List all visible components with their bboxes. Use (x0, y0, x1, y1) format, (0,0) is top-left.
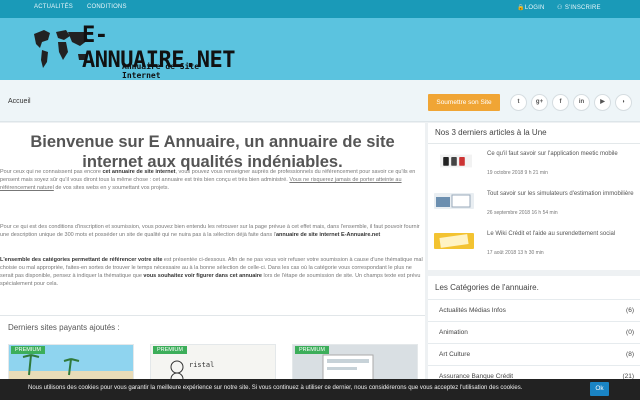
categories-paragraph: L'ensemble des catégories permettant de … (0, 257, 423, 287)
youtube-icon[interactable]: ▶ (594, 94, 611, 111)
intro-paragraph: Pour ceux qui ne connaissent pas encore … (0, 169, 416, 191)
category-label: Actualités Médias Infos (439, 307, 506, 314)
site-logo[interactable]: E-ANNUAIRE.NET Annuaire de Site Internet (30, 22, 235, 80)
article-item[interactable]: Tout savoir sur les simulateurs d'estima… (428, 189, 640, 217)
premium-badge: PREMIUM (295, 346, 329, 354)
article-item[interactable]: Le Wiki Crédit et l'aide au surendetteme… (428, 229, 640, 257)
user-icon: ⚇ (557, 5, 563, 11)
premium-badge: PREMIUM (11, 346, 45, 354)
submit-site-button[interactable]: Soumettre son Site (428, 94, 500, 111)
twitter-icon[interactable]: t (510, 94, 527, 111)
breadcrumb-bar: Accueil Soumettre son Site t g+ f in ▶ ◗ (0, 80, 640, 122)
breadcrumb-home[interactable]: Accueil (8, 98, 31, 105)
linkedin-icon[interactable]: in (573, 94, 590, 111)
site-card[interactable]: PREMIUM (292, 344, 418, 384)
divider (428, 143, 640, 144)
article-title[interactable]: Le Wiki Crédit et l'aide au surendetteme… (487, 230, 637, 238)
category-count: (8) (626, 351, 634, 358)
article-date: 26 septembre 2018 16 h 54 min (487, 210, 558, 216)
nav-link-conditions[interactable]: CONDITIONS (87, 4, 127, 10)
category-label: Animation (439, 329, 468, 336)
register-link[interactable]: ⚇ S'INSCRIRE (557, 4, 601, 11)
article-thumbnail (434, 193, 474, 209)
category-count: (0) (626, 329, 634, 336)
conditions-paragraph: Pour ce qui est des conditions d'inscrip… (0, 224, 420, 238)
rss-icon[interactable]: ◗ (615, 94, 632, 111)
article-date: 17 août 2018 13 h 30 min (487, 250, 544, 256)
premium-badge: PREMIUM (153, 346, 187, 354)
lock-icon: 🔒 (517, 5, 525, 11)
header-banner: E-ANNUAIRE.NET Annuaire de Site Internet (0, 18, 640, 80)
top-bar: ACTUALITÉS CONDITIONS 🔒 LOGIN ⚇ S'INSCRI… (0, 0, 640, 18)
article-title[interactable]: Tout savoir sur les simulateurs d'estima… (487, 190, 637, 198)
google-plus-icon[interactable]: g+ (531, 94, 548, 111)
article-item[interactable]: Ce qu'il faut savoir sur l'application m… (428, 149, 640, 177)
login-label: LOGIN (524, 5, 545, 11)
site-card[interactable]: PREMIUM ristal (150, 344, 276, 384)
cookie-accept-button[interactable]: Ok (590, 382, 609, 396)
facebook-icon[interactable]: f (552, 94, 569, 111)
article-thumbnail (440, 154, 472, 168)
category-item[interactable]: Art Culture (8) (428, 343, 640, 365)
category-label: Art Culture (439, 351, 471, 358)
world-map-icon (34, 30, 88, 68)
cookie-message: Nous utilisons des cookies pour vous gar… (28, 385, 523, 391)
article-thumbnail (434, 233, 474, 249)
latest-articles-panel: Nos 3 derniers articles à la Une Ce qu'i… (428, 123, 640, 270)
category-count: (6) (626, 307, 634, 314)
register-label: S'INSCRIRE (564, 5, 601, 11)
site-card-text: ristal (189, 361, 215, 369)
categories-title: Les Catégories de l'annuaire. (435, 283, 539, 292)
login-link[interactable]: 🔒 LOGIN (517, 4, 545, 11)
category-item[interactable]: Animation (0) (428, 321, 640, 343)
page-title: Bienvenue sur E Annuaire, un annuaire de… (30, 133, 395, 171)
article-date: 19 octobre 2018 9 h 21 min (487, 170, 548, 176)
nav-link-news[interactable]: ACTUALITÉS (34, 4, 73, 10)
cookie-banner: Nous utilisons des cookies pour vous gar… (0, 379, 640, 400)
latest-articles-title: Nos 3 derniers articles à la Une (435, 128, 547, 137)
logo-subtitle: Annuaire de Site Internet (122, 62, 200, 80)
category-item[interactable]: Actualités Médias Infos (6) (428, 299, 640, 321)
site-card[interactable]: PREMIUM (8, 344, 134, 384)
article-title[interactable]: Ce qu'il faut savoir sur l'application m… (487, 150, 637, 158)
latest-sites-title: Derniers sites payants ajoutés : (8, 323, 120, 332)
